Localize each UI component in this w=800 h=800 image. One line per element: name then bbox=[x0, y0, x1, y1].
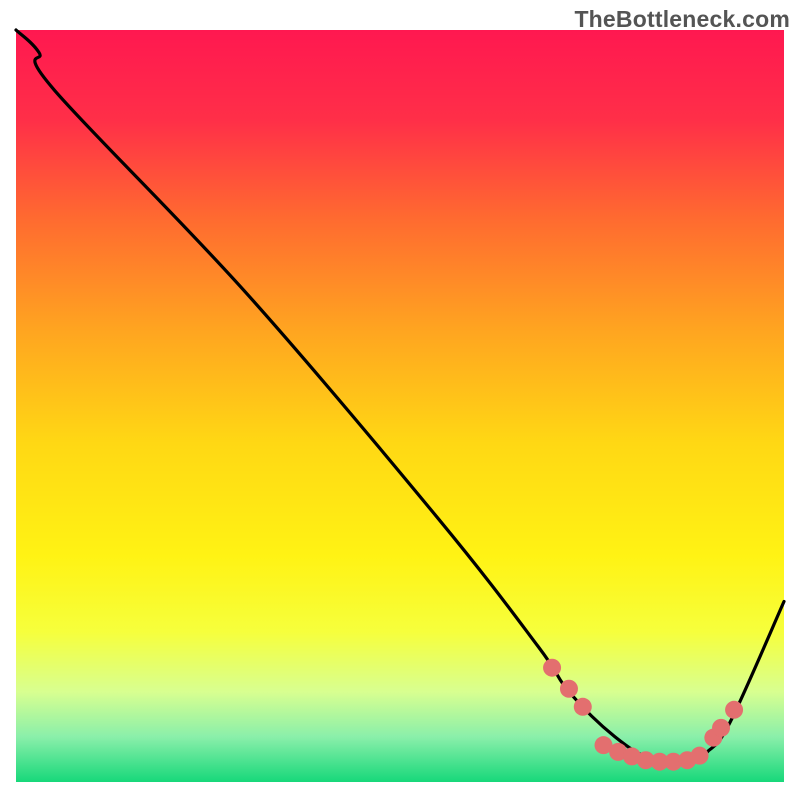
curve-marker bbox=[574, 698, 592, 716]
curve-marker bbox=[712, 719, 730, 737]
gradient-background bbox=[16, 30, 784, 782]
curve-marker bbox=[691, 747, 709, 765]
curve-marker bbox=[560, 680, 578, 698]
chart-svg bbox=[0, 0, 800, 800]
curve-marker bbox=[725, 701, 743, 719]
curve-marker bbox=[543, 659, 561, 677]
chart-canvas: TheBottleneck.com bbox=[0, 0, 800, 800]
watermark-text: TheBottleneck.com bbox=[574, 6, 790, 33]
